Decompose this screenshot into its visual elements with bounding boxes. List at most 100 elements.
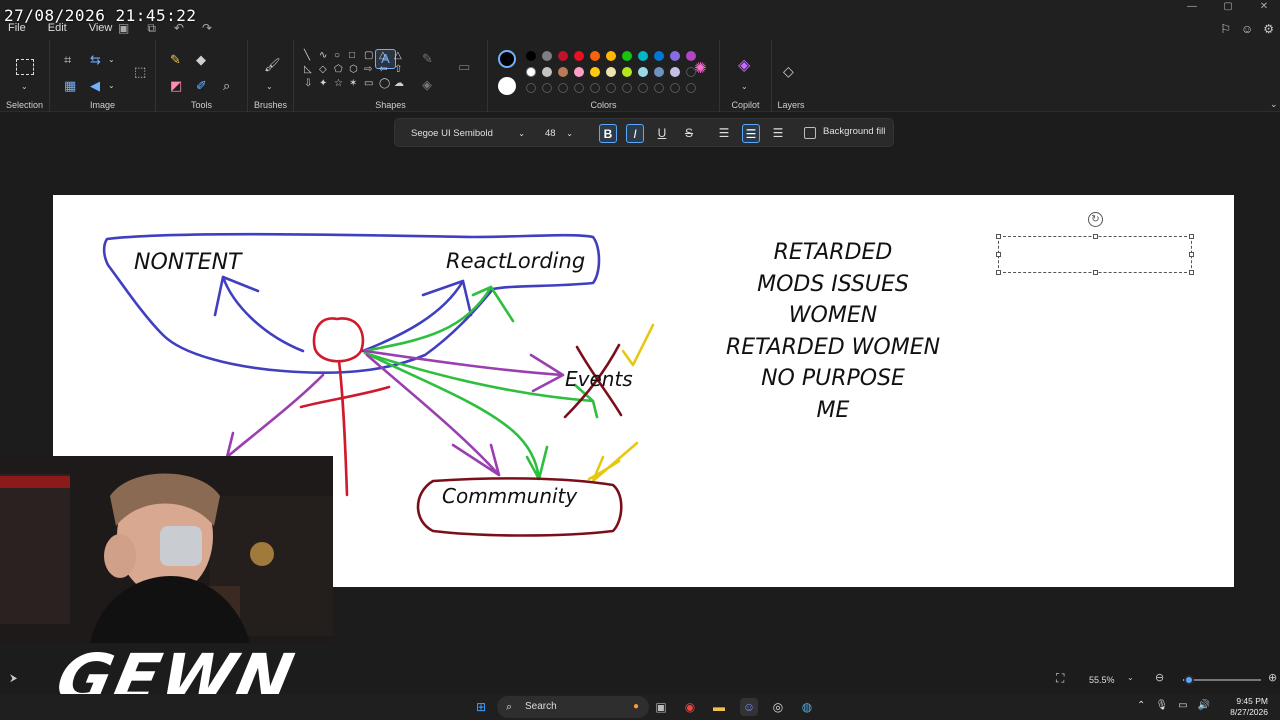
triangle-shape-icon[interactable]: △ xyxy=(394,50,402,61)
custom-color-slot[interactable] xyxy=(590,83,600,93)
file-explorer-icon[interactable]: ▬ xyxy=(710,698,728,716)
align-center-icon[interactable]: ☰ xyxy=(742,124,760,143)
color-swatch[interactable] xyxy=(526,67,536,77)
color-swatch[interactable] xyxy=(638,67,648,77)
custom-color-slot[interactable] xyxy=(670,83,680,93)
chevron-up-icon[interactable]: ⌃ xyxy=(1137,700,1145,711)
zoom-slider[interactable] xyxy=(1183,675,1261,685)
oval-callout-shape-icon[interactable]: ◯ xyxy=(379,78,390,89)
diamond-shape-icon[interactable]: ◇ xyxy=(319,64,327,75)
custom-color-slot[interactable] xyxy=(654,83,664,93)
italic-button[interactable]: I xyxy=(626,124,644,143)
microphone-icon[interactable]: 🎙 xyxy=(1155,700,1168,711)
chevron-down-icon[interactable]: ⌄ xyxy=(108,79,115,93)
color-swatch[interactable] xyxy=(670,67,680,77)
outline-icon[interactable]: ✎ xyxy=(422,52,433,66)
collapse-ribbon-icon[interactable]: ⌄ xyxy=(1270,97,1278,111)
brush-icon[interactable]: 🖌 xyxy=(264,58,281,72)
eraser-icon[interactable]: ◩ xyxy=(170,79,182,93)
fill-icon[interactable]: ◆ xyxy=(196,53,206,67)
secondary-color-swatch[interactable] xyxy=(498,77,516,95)
color-swatch[interactable] xyxy=(622,67,632,77)
line-shape-icon[interactable]: ╲ xyxy=(304,50,310,61)
zoom-slider-thumb[interactable] xyxy=(1184,675,1194,685)
resize-handle[interactable] xyxy=(1093,270,1098,275)
rectangle-shape-icon[interactable]: □ xyxy=(349,50,355,61)
shape-style-icon[interactable]: ▭ xyxy=(458,60,470,74)
primary-color-swatch[interactable] xyxy=(498,50,516,68)
settings-icon[interactable]: ⚙ xyxy=(1263,22,1274,36)
left-arrow-shape-icon[interactable]: ⇦ xyxy=(379,64,387,75)
color-swatch[interactable] xyxy=(558,51,568,61)
volume-icon[interactable]: 🔊 xyxy=(1198,700,1210,711)
image-select-icon[interactable]: ⬚ xyxy=(134,65,146,79)
remove-background-icon[interactable]: ▦ xyxy=(64,79,76,93)
zoom-in-icon[interactable]: ⊕ xyxy=(1268,671,1277,684)
polygon-shape-icon[interactable]: △ xyxy=(379,50,387,61)
discord-icon[interactable]: ☺ xyxy=(740,698,758,716)
color-swatch[interactable] xyxy=(574,67,584,77)
chevron-down-icon[interactable]: ⌄ xyxy=(266,80,273,94)
color-swatch[interactable] xyxy=(590,67,600,77)
magnifier-icon[interactable]: ⌕ xyxy=(223,79,230,93)
color-swatch[interactable] xyxy=(574,51,584,61)
underline-button[interactable]: U xyxy=(653,124,671,143)
color-swatch[interactable] xyxy=(654,51,664,61)
chrome-icon[interactable]: ◉ xyxy=(681,698,699,716)
custom-color-slot[interactable] xyxy=(686,83,696,93)
color-swatch[interactable] xyxy=(606,51,616,61)
rotate-handle-icon[interactable]: ↻ xyxy=(1088,212,1103,227)
font-size-dropdown[interactable]: 48 ⌄ xyxy=(537,123,579,144)
text-input-box[interactable] xyxy=(996,234,1194,275)
color-swatch[interactable] xyxy=(526,51,536,61)
resize-icon[interactable]: ⇆ xyxy=(90,53,101,67)
color-picker-icon[interactable]: ✐ xyxy=(196,79,207,93)
hexagon-shape-icon[interactable]: ⬡ xyxy=(349,64,358,75)
resize-handle[interactable] xyxy=(1189,252,1194,257)
custom-color-slot[interactable] xyxy=(638,83,648,93)
up-arrow-shape-icon[interactable]: ⇧ xyxy=(394,64,402,75)
chevron-down-icon[interactable]: ⌄ xyxy=(741,80,748,94)
resize-handle[interactable] xyxy=(996,270,1001,275)
resize-handle[interactable] xyxy=(1093,234,1098,239)
zoom-out-icon[interactable]: ⊖ xyxy=(1155,671,1164,684)
rounded-rect-shape-icon[interactable]: ▢ xyxy=(364,50,373,61)
chevron-down-icon[interactable]: ⌄ xyxy=(21,80,28,94)
feedback-icon[interactable]: ⚐ xyxy=(1220,22,1231,36)
network-icon[interactable]: ▭ xyxy=(1178,700,1187,711)
crop-icon[interactable]: ⌗ xyxy=(64,53,71,67)
chevron-down-icon[interactable]: ⌄ xyxy=(108,53,115,67)
right-arrow-shape-icon[interactable]: ⇨ xyxy=(364,64,372,75)
minimize-button[interactable]: — xyxy=(1184,0,1200,14)
curve-shape-icon[interactable]: ∿ xyxy=(319,50,327,61)
pentagon-shape-icon[interactable]: ⬠ xyxy=(334,64,343,75)
color-swatch[interactable] xyxy=(654,67,664,77)
resize-handle[interactable] xyxy=(1189,270,1194,275)
taskbar-clock[interactable]: 9:45 PM 8/27/2026 xyxy=(1230,696,1268,718)
resize-handle[interactable] xyxy=(1189,234,1194,239)
fill-shape-icon[interactable]: ◈ xyxy=(422,78,432,92)
five-point-star-shape-icon[interactable]: ☆ xyxy=(334,78,343,89)
maximize-button[interactable]: ▢ xyxy=(1220,0,1236,14)
align-left-icon[interactable]: ☰ xyxy=(715,124,733,143)
color-swatch[interactable] xyxy=(606,67,616,77)
color-swatch[interactable] xyxy=(558,67,568,77)
cloud-callout-shape-icon[interactable]: ☁ xyxy=(394,78,404,89)
strikethrough-button[interactable]: S xyxy=(680,124,698,143)
obs-icon[interactable]: ◎ xyxy=(769,698,787,716)
account-icon[interactable]: ☺ xyxy=(1241,22,1253,36)
custom-color-slot[interactable] xyxy=(574,83,584,93)
color-swatch[interactable] xyxy=(638,51,648,61)
rotate-icon[interactable]: ◀ xyxy=(90,79,100,93)
bold-button[interactable]: B xyxy=(599,124,617,143)
fit-to-window-icon[interactable]: ⛶ xyxy=(1056,671,1064,686)
paint-icon[interactable]: ◍ xyxy=(798,698,816,716)
down-arrow-shape-icon[interactable]: ⇩ xyxy=(304,78,312,89)
redo-icon[interactable]: ↷ xyxy=(202,21,212,36)
four-point-star-shape-icon[interactable]: ✦ xyxy=(319,78,327,89)
color-swatch[interactable] xyxy=(542,67,552,77)
six-point-star-shape-icon[interactable]: ✶ xyxy=(349,78,357,89)
align-right-icon[interactable]: ☰ xyxy=(769,124,787,143)
color-wheel-icon[interactable]: ✺ xyxy=(694,61,707,76)
callout-shape-icon[interactable]: ▭ xyxy=(364,78,373,89)
